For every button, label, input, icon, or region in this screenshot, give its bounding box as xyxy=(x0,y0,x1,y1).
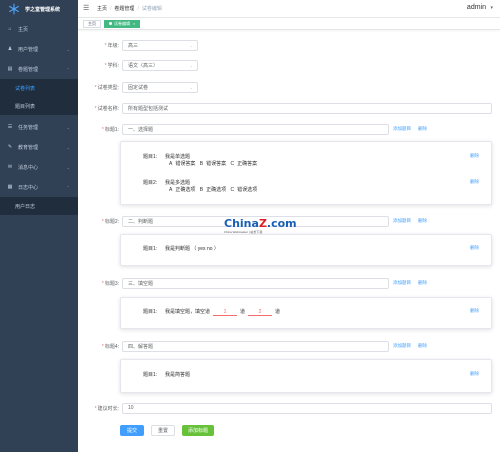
grade-row: *年级: 高三 ⌄ xyxy=(78,39,500,51)
delete-question-link[interactable]: 删除 xyxy=(470,371,479,377)
add-title-button[interactable]: 添加标题 xyxy=(182,425,214,436)
question-options: A 错误答案 B 错误答案 C 正确答案 xyxy=(169,161,258,167)
sidebar-item-education[interactable]: ✎ 教育管理 ⌄ xyxy=(0,137,78,157)
top-header: ☰ 主页 / 卷题管理 / 试卷编辑 admin ▾ xyxy=(78,0,500,18)
section-label-4: *标题4: xyxy=(101,343,119,350)
question-box-2: 题目1: 我是判断题 （ yes no ） 删除 xyxy=(120,234,492,266)
section-title-row-4: *标题4: 四、解答题 添加题目 删除 xyxy=(78,340,500,352)
section-title-input-1[interactable]: 一、选择题 xyxy=(122,123,389,135)
subject-select[interactable]: 语文（高三） ⌄ xyxy=(122,59,198,71)
breadcrumb-home[interactable]: 主页 xyxy=(97,5,107,12)
section-title-row-1: *标题1: 一、选择题 添加题目 删除 xyxy=(78,123,500,135)
chevron-up-icon: ⌃ xyxy=(66,66,70,72)
grade-select[interactable]: 高三 ⌄ xyxy=(122,39,198,51)
delete-question-link[interactable]: 删除 xyxy=(470,153,479,159)
chevron-down-icon: ⌄ xyxy=(189,84,193,90)
question-box-3: 题目1: 我是填空题，填空道 1 道 2 道 删除 xyxy=(120,297,492,329)
caret-down-icon[interactable]: ▾ xyxy=(490,5,493,11)
breadcrumb-separator: / xyxy=(110,5,112,12)
app-title: 学之堂管理系统 xyxy=(25,6,61,13)
chevron-down-icon: ⌄ xyxy=(189,62,193,68)
paper-name-input[interactable]: 所有题型包括测试 xyxy=(122,102,492,114)
paper-type-select[interactable]: 固定试卷 ⌄ xyxy=(122,81,198,93)
tag-home[interactable]: 主页 xyxy=(83,19,101,28)
snowflake-logo-icon xyxy=(9,3,19,15)
paper-name-label: *试卷名称: xyxy=(94,105,119,112)
question-box-4: 题目1: 我是简答题 删除 xyxy=(120,359,492,393)
sidebar-item-papers[interactable]: ▤ 卷题管理 ⌃ xyxy=(0,59,78,79)
section-label-3: *标题3: xyxy=(101,280,119,287)
submit-button[interactable]: 提交 xyxy=(120,425,144,436)
add-question-link-4[interactable]: 添加题目 xyxy=(393,343,411,349)
user-menu[interactable]: admin xyxy=(467,4,486,11)
watermark-subtitle: China Webmaster | 站长下载 xyxy=(224,230,263,234)
app-logo[interactable]: 学之堂管理系统 xyxy=(0,0,78,18)
reset-button[interactable]: 重置 xyxy=(151,425,175,436)
sidebar-item-user-log[interactable]: 用户日志 xyxy=(0,197,78,215)
sidebar-item-users[interactable]: ♟ 用户管理 ⌄ xyxy=(0,39,78,59)
paper-type-row: *试卷类型: 固定试卷 ⌄ xyxy=(78,81,500,93)
duration-label: *建议时长: xyxy=(94,405,119,412)
hamburger-icon[interactable]: ☰ xyxy=(83,5,91,13)
sidebar-item-question-list[interactable]: 题目列表 xyxy=(0,97,78,115)
question-box-1: 题目1: 我是单选题 A 错误答案 B 错误答案 C 正确答案 删除 题目2: 我是多… xyxy=(120,141,492,205)
duration-input[interactable]: 10 xyxy=(122,402,492,414)
duration-row: *建议时长: 10 xyxy=(78,402,500,414)
delete-question-link[interactable]: 删除 xyxy=(470,245,479,251)
add-question-link-1[interactable]: 添加题目 xyxy=(393,126,411,132)
chevron-down-icon: ⌄ xyxy=(66,144,70,150)
fill-blank-2[interactable]: 2 xyxy=(248,309,273,316)
sidebar-item-tasks[interactable]: ☰ 任务管理 ⌄ xyxy=(0,117,78,137)
question-options: A 正确选项 B 正确选项 C 错误选项 xyxy=(169,187,258,193)
breadcrumb-current: 试卷编辑 xyxy=(141,6,162,12)
education-icon: ✎ xyxy=(7,144,13,150)
subject-label: *学科: xyxy=(104,62,119,69)
delete-section-link-2[interactable]: 删除 xyxy=(418,218,427,224)
watermark: ChinaZ.com China Webmaster | 站长下载 xyxy=(224,217,297,234)
tags-view: 主页 试卷编辑 × xyxy=(78,18,500,30)
section-label-1: *标题1: xyxy=(101,126,119,133)
delete-section-link-1[interactable]: 删除 xyxy=(418,126,427,132)
chevron-down-icon: ⌄ xyxy=(189,42,193,48)
delete-section-link-4[interactable]: 删除 xyxy=(418,343,427,349)
user-icon: ♟ xyxy=(7,46,13,52)
home-icon: ⌂ xyxy=(8,26,12,32)
section-label-2: *标题2: xyxy=(101,218,119,225)
chevron-up-icon: ⌃ xyxy=(66,184,70,190)
add-question-link-2[interactable]: 添加题目 xyxy=(393,218,411,224)
section-title-input-4[interactable]: 四、解答题 xyxy=(122,340,389,352)
grade-label: *年级: xyxy=(104,42,119,49)
delete-question-link[interactable]: 删除 xyxy=(470,179,479,185)
fill-blank-1[interactable]: 1 xyxy=(213,309,238,316)
chevron-down-icon: ⌄ xyxy=(66,124,70,130)
breadcrumb-papers[interactable]: 卷题管理 xyxy=(114,5,134,12)
sidebar-item-logs[interactable]: ▦ 日志中心 ⌃ xyxy=(0,177,78,197)
paper-icon: ▤ xyxy=(7,66,13,72)
watermark-logo: ChinaZ.com xyxy=(224,217,297,230)
sidebar-item-paper-list[interactable]: 试卷列表 xyxy=(0,79,78,97)
delete-question-link[interactable]: 删除 xyxy=(470,308,479,314)
sidebar-item-home[interactable]: ⌂ 主页 xyxy=(0,19,78,39)
chevron-down-icon: ⌄ xyxy=(66,46,70,52)
submenu-logs: 用户日志 xyxy=(0,197,78,215)
close-icon[interactable]: × xyxy=(133,21,135,26)
log-icon: ▦ xyxy=(7,184,13,190)
add-question-link-3[interactable]: 添加题目 xyxy=(393,280,411,286)
subject-row: *学科: 语文（高三） ⌄ xyxy=(78,59,500,71)
chevron-down-icon: ⌄ xyxy=(66,164,70,170)
section-title-input-3[interactable]: 三、填空题 xyxy=(122,277,389,289)
task-icon: ☰ xyxy=(7,124,13,130)
submenu-papers: 试卷列表 题目列表 xyxy=(0,79,78,115)
section-title-row-3: *标题3: 三、填空题 添加题目 删除 xyxy=(78,277,500,289)
delete-section-link-3[interactable]: 删除 xyxy=(418,280,427,286)
paper-type-label: *试卷类型: xyxy=(94,84,119,91)
breadcrumb-separator: / xyxy=(137,5,139,12)
message-icon: ✉ xyxy=(7,164,13,170)
tag-paper-edit[interactable]: 试卷编辑 × xyxy=(104,19,141,28)
sidebar: 学之堂管理系统 ⌂ 主页 ♟ 用户管理 ⌄ ▤ 卷题管理 ⌃ 试卷列表 题目列表… xyxy=(0,0,78,452)
paper-name-row: *试卷名称: 所有题型包括测试 xyxy=(78,102,500,114)
sidebar-item-messages[interactable]: ✉ 消息中心 ⌄ xyxy=(0,157,78,177)
